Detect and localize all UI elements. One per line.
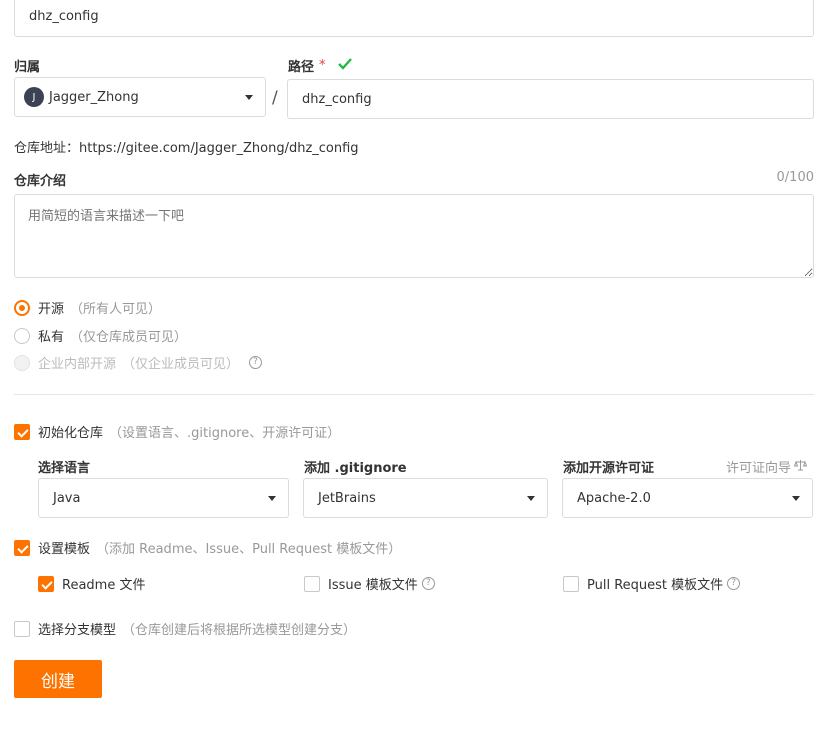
- path-label-group: 路径 *: [288, 56, 352, 75]
- pr-option[interactable]: Pull Request 模板文件 ?: [563, 574, 741, 593]
- repo-address-label: 仓库地址：: [14, 141, 80, 156]
- init-repo-hint: （设置语言、.gitignore、开源许可证）: [109, 426, 341, 441]
- license-guide-link[interactable]: 许可证向导: [726, 457, 808, 476]
- init-repo[interactable]: 初始化仓库 （设置语言、.gitignore、开源许可证）: [14, 422, 340, 441]
- templates-label: 设置模板: [38, 542, 91, 557]
- pr-checkbox[interactable]: [563, 575, 579, 592]
- description-counter: 0/100: [776, 170, 814, 185]
- chevron-down-icon: [792, 496, 800, 501]
- issue-label: Issue 模板文件: [328, 578, 418, 593]
- required-mark: *: [319, 58, 326, 73]
- radio-enterprise: [14, 354, 30, 371]
- avatar: J: [24, 87, 44, 107]
- language-value: Java: [53, 490, 81, 506]
- scale-icon: [793, 459, 808, 475]
- issue-option[interactable]: Issue 模板文件 ?: [304, 574, 435, 593]
- help-icon[interactable]: ?: [727, 577, 741, 590]
- init-repo-label: 初始化仓库: [38, 426, 104, 441]
- path-label: 路径: [288, 60, 315, 75]
- visibility-open-label: 开源: [38, 302, 65, 317]
- gitignore-value: JetBrains: [318, 490, 376, 506]
- pr-label: Pull Request 模板文件: [587, 578, 724, 593]
- owner-select[interactable]: J Jagger_Zhong: [14, 77, 266, 117]
- help-icon[interactable]: ?: [249, 356, 263, 369]
- branch-model[interactable]: 选择分支模型 （仓库创建后将根据所选模型创建分支）: [14, 619, 356, 638]
- owner-label: 归属: [14, 60, 41, 75]
- license-value: Apache-2.0: [577, 490, 651, 506]
- repo-address-url: https://gitee.com/Jagger_Zhong/dhz_confi…: [79, 141, 359, 156]
- path-value: dhz_config: [302, 91, 372, 107]
- gitignore-label: 添加 .gitignore: [304, 461, 407, 476]
- create-button-label: 创建: [41, 671, 75, 692]
- visibility-enterprise-hint: （仅企业成员可见）: [122, 357, 240, 372]
- readme-checkbox[interactable]: [38, 575, 54, 592]
- language-select[interactable]: Java: [38, 478, 289, 518]
- templates-checkbox[interactable]: [14, 539, 30, 556]
- license-guide-label: 许可证向导: [726, 461, 792, 476]
- license-select[interactable]: Apache-2.0: [562, 478, 813, 518]
- valid-check-icon: [337, 57, 352, 74]
- visibility-enterprise-label: 企业内部开源: [38, 357, 117, 372]
- chevron-down-icon: [245, 95, 253, 100]
- issue-checkbox[interactable]: [304, 575, 320, 592]
- visibility-private-label: 私有: [38, 330, 65, 345]
- visibility-open[interactable]: 开源 （所有人可见）: [14, 298, 161, 317]
- init-repo-checkbox[interactable]: [14, 423, 30, 440]
- visibility-enterprise: 企业内部开源 （仅企业成员可见） ?: [14, 353, 263, 372]
- readme-option[interactable]: Readme 文件: [38, 574, 145, 593]
- language-label: 选择语言: [38, 461, 91, 476]
- path-input[interactable]: dhz_config: [287, 79, 814, 119]
- branch-model-label: 选择分支模型: [38, 623, 117, 638]
- branch-model-hint: （仓库创建后将根据所选模型创建分支）: [122, 623, 357, 638]
- branch-model-checkbox[interactable]: [14, 620, 30, 637]
- templates-hint: （添加 Readme、Issue、Pull Request 模板文件）: [96, 542, 402, 557]
- chevron-down-icon: [268, 496, 276, 501]
- license-label: 添加开源许可证: [563, 461, 655, 476]
- repo-name-value: dhz_config: [29, 9, 99, 24]
- create-button[interactable]: 创建: [14, 660, 102, 698]
- owner-value: Jagger_Zhong: [49, 89, 139, 105]
- set-templates[interactable]: 设置模板 （添加 Readme、Issue、Pull Request 模板文件）: [14, 538, 401, 557]
- visibility-private-hint: （仅仓库成员可见）: [70, 330, 188, 345]
- chevron-down-icon: [527, 496, 535, 501]
- divider: [14, 394, 814, 395]
- visibility-open-hint: （所有人可见）: [70, 302, 162, 317]
- repo-name-input[interactable]: dhz_config: [14, 0, 814, 37]
- description-label: 仓库介绍: [14, 174, 67, 189]
- path-separator: /: [272, 88, 278, 108]
- gitignore-select[interactable]: JetBrains: [303, 478, 548, 518]
- help-icon[interactable]: ?: [421, 577, 435, 590]
- visibility-private[interactable]: 私有 （仅仓库成员可见）: [14, 326, 187, 345]
- readme-label: Readme 文件: [62, 578, 146, 593]
- radio-open[interactable]: [14, 299, 30, 316]
- repo-address: 仓库地址：https://gitee.com/Jagger_Zhong/dhz_…: [14, 137, 359, 156]
- description-textarea[interactable]: [14, 194, 814, 278]
- radio-private[interactable]: [14, 327, 30, 344]
